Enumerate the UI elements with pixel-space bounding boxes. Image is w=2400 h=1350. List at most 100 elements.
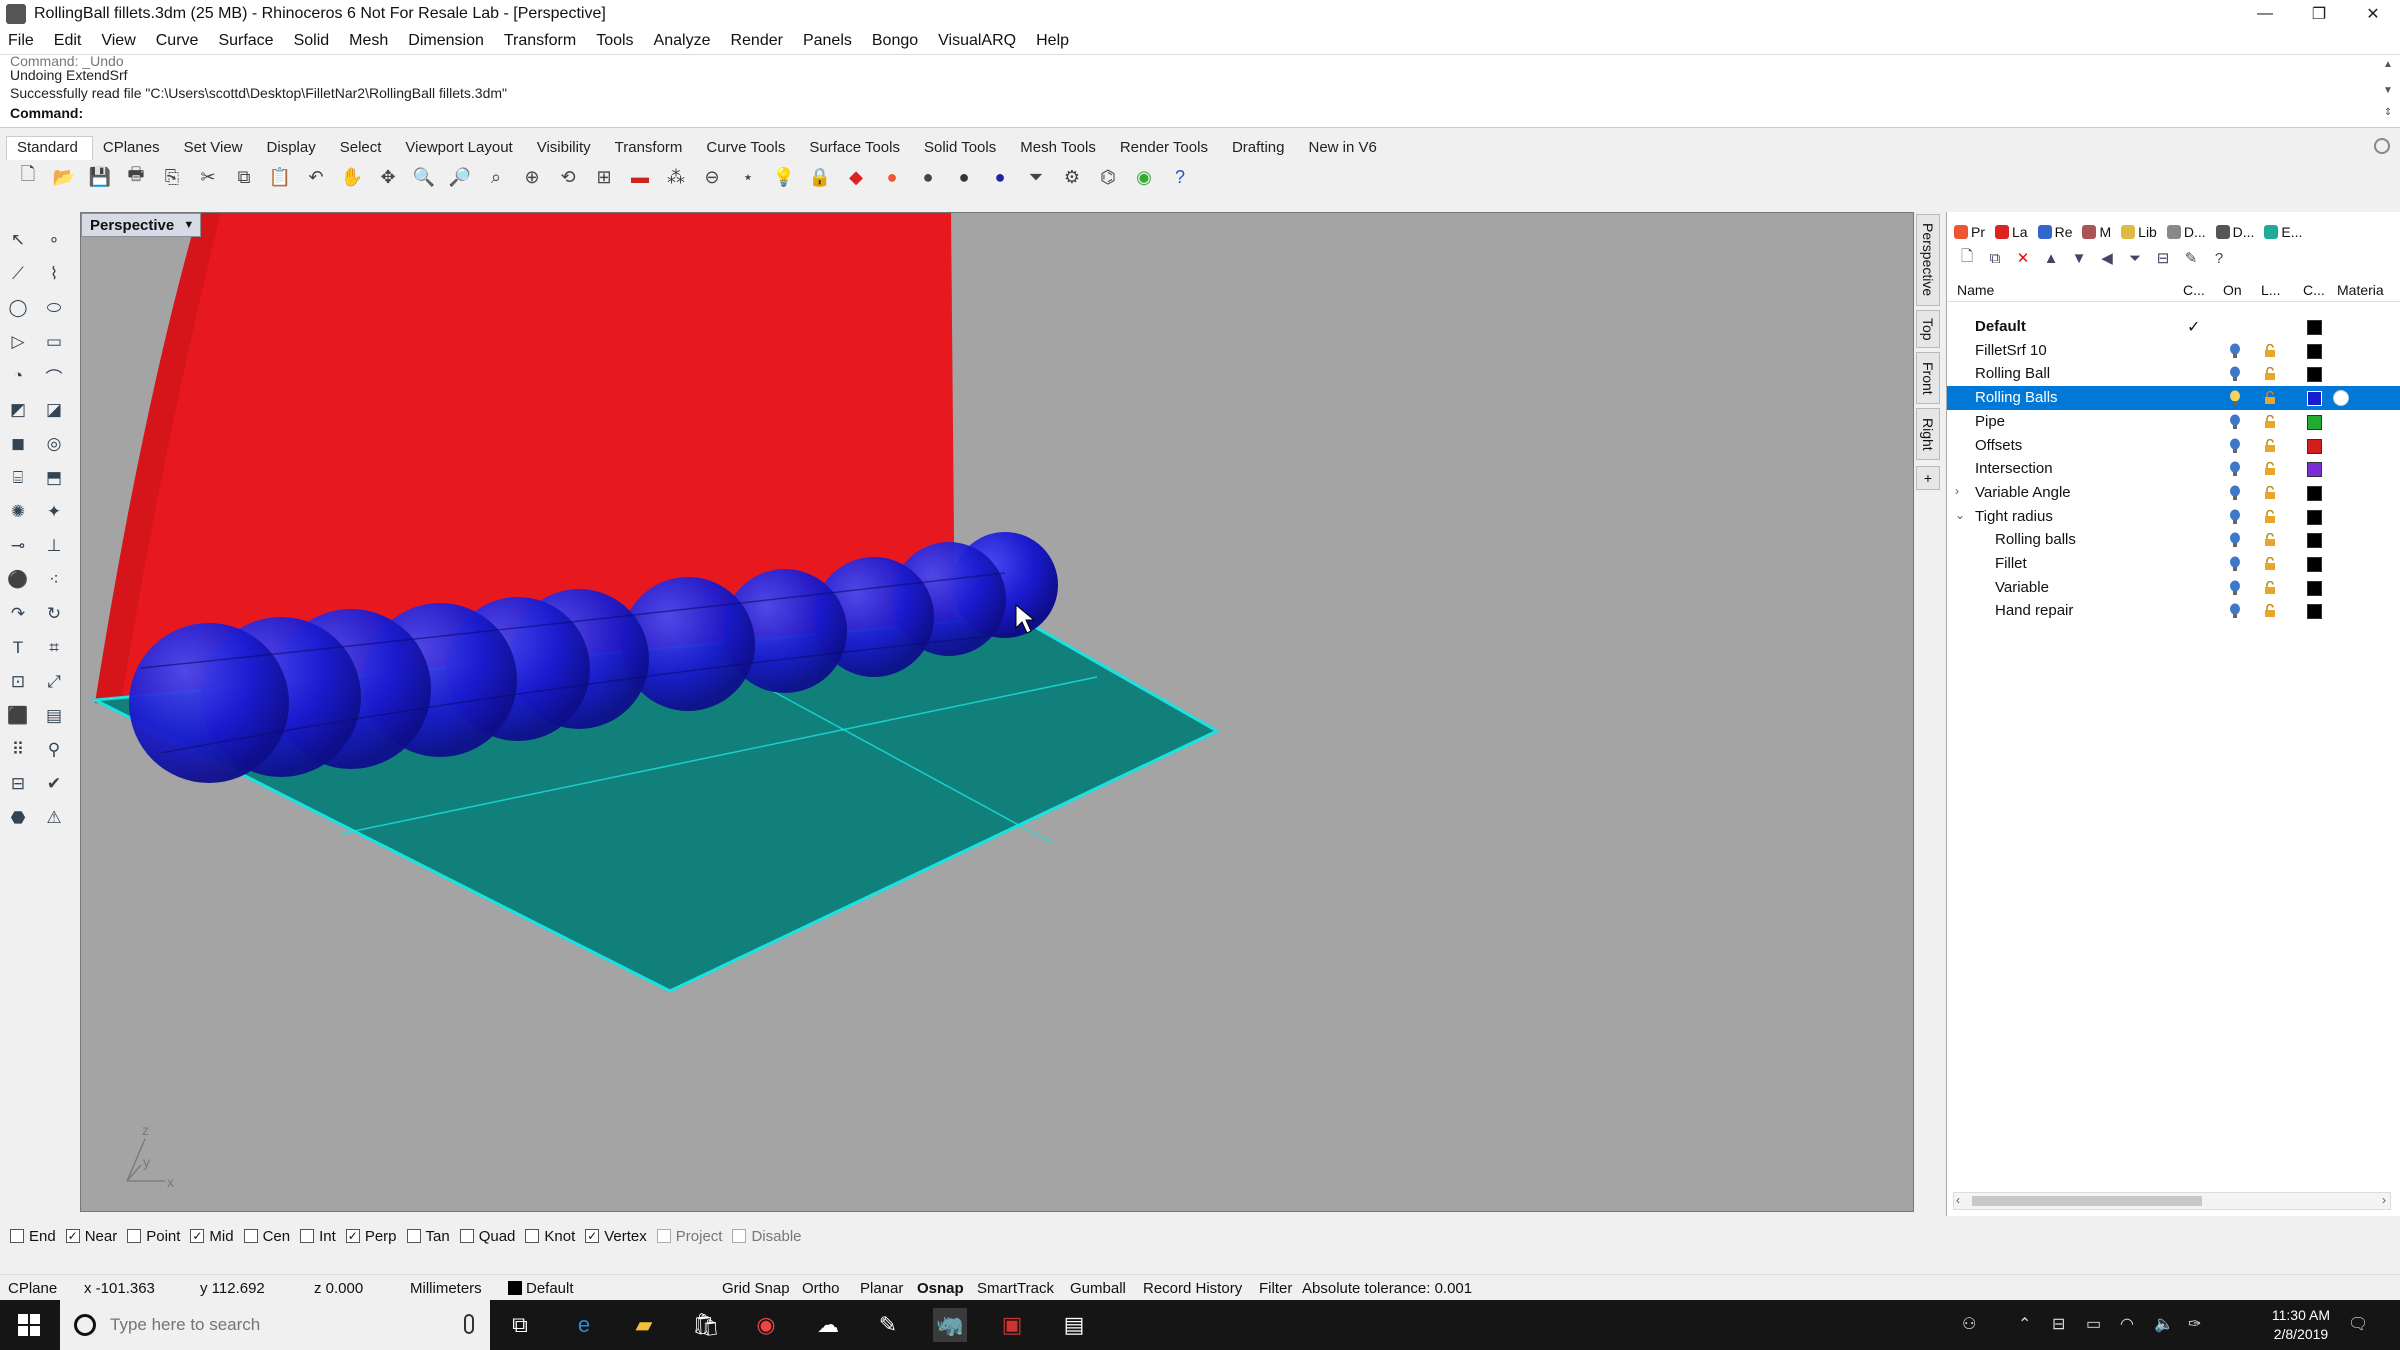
tab-cplanes[interactable]: CPlanes xyxy=(93,139,174,160)
zoom-icon[interactable]: 🔍 xyxy=(410,163,438,191)
layer-color-swatch[interactable] xyxy=(2307,485,2322,501)
rectangle-icon[interactable]: ▭ xyxy=(40,328,68,356)
tab-front[interactable]: Front xyxy=(1916,352,1940,404)
scroll-down-icon[interactable]: ▼ xyxy=(2382,85,2394,96)
new-file-icon[interactable]: 🗋 xyxy=(14,163,42,191)
osnap-checkbox[interactable] xyxy=(459,1229,474,1243)
collapse-chevron-icon[interactable]: ⌄ xyxy=(1955,508,1965,522)
unlocked-padlock-icon[interactable] xyxy=(2263,343,2277,358)
scroll-up-icon[interactable]: ▲ xyxy=(2382,59,2394,70)
osnap-point[interactable]: Point xyxy=(127,1228,180,1245)
light-bulb-icon[interactable] xyxy=(2229,580,2241,596)
move-icon[interactable]: ↷ xyxy=(4,600,32,628)
perspective-viewport[interactable]: z y x Perspective ▼ xyxy=(80,212,1914,1212)
group-icon[interactable]: ⚫ xyxy=(4,566,32,594)
status-layer[interactable]: Default xyxy=(526,1280,574,1297)
arc-icon[interactable]: ◔ xyxy=(4,362,32,390)
move-parent-icon[interactable]: ◀ xyxy=(2097,248,2117,268)
layer-color-swatch[interactable] xyxy=(2307,438,2322,454)
help-icon[interactable]: ? xyxy=(2209,248,2229,268)
layer-color-swatch[interactable] xyxy=(2307,320,2322,335)
tab-transform[interactable]: Transform xyxy=(605,139,697,160)
select-icon[interactable]: ⋆ xyxy=(734,163,762,191)
undo-icon[interactable]: ↶ xyxy=(302,163,330,191)
battery-icon[interactable]: ▭ xyxy=(2086,1314,2101,1334)
osnap-checkbox[interactable] xyxy=(10,1229,24,1243)
status-record-history[interactable]: Record History xyxy=(1143,1280,1242,1297)
unlocked-padlock-icon[interactable] xyxy=(2263,556,2277,571)
status-osnap[interactable]: Osnap xyxy=(917,1280,964,1297)
layer-row[interactable]: Rolling Balls xyxy=(1947,386,2400,411)
tab-top[interactable]: Top xyxy=(1916,310,1940,348)
block-icon[interactable]: ⊡ xyxy=(4,668,32,696)
text-icon[interactable]: T xyxy=(4,634,32,662)
menu-mesh[interactable]: Mesh xyxy=(349,32,388,50)
point-icon[interactable]: ∘ xyxy=(40,226,68,254)
tab-mesh-tools[interactable]: Mesh Tools xyxy=(1010,139,1110,160)
column-material[interactable]: Materia xyxy=(2337,282,2384,298)
layer-color-swatch[interactable] xyxy=(2307,343,2322,359)
osnap-end[interactable]: End xyxy=(10,1228,56,1245)
expand-chevron-icon[interactable]: › xyxy=(1955,484,1959,498)
save-icon[interactable]: 💾 xyxy=(86,163,114,191)
maximize-button[interactable]: ❐ xyxy=(2292,0,2346,28)
rotate-view-icon[interactable]: ✥ xyxy=(374,163,402,191)
status-units[interactable]: Millimeters xyxy=(410,1280,482,1297)
help-icon[interactable]: ? xyxy=(1166,163,1194,191)
app-icon[interactable]: ☁ xyxy=(811,1308,845,1342)
status-smarttrack[interactable]: SmartTrack xyxy=(977,1280,1054,1297)
shaded-sphere-icon[interactable]: ● xyxy=(914,163,942,191)
tray-chevron-icon[interactable]: ⌃ xyxy=(2018,1314,2031,1334)
scale-icon[interactable]: ⤢ xyxy=(40,668,68,696)
polygon-icon[interactable]: ▷ xyxy=(4,328,32,356)
join-icon[interactable]: ⊸ xyxy=(4,532,32,560)
tab-surface-tools[interactable]: Surface Tools xyxy=(799,139,914,160)
osnap-int[interactable]: Int xyxy=(300,1228,336,1245)
osnap-project[interactable]: Project xyxy=(656,1228,722,1245)
tab-libraries[interactable]: Lib xyxy=(2118,220,2160,244)
viewport-title-tab[interactable]: Perspective ▼ xyxy=(81,213,202,237)
layer-row[interactable]: Offsets xyxy=(1947,434,2400,458)
surface-icon[interactable]: ◩ xyxy=(4,396,32,424)
grasshopper-icon[interactable]: ⌬ xyxy=(1094,163,1122,191)
rotate-icon[interactable]: ↻ xyxy=(40,600,68,628)
analyze-icon[interactable]: ⚲ xyxy=(40,736,68,764)
tab-viewport-layout[interactable]: Viewport Layout xyxy=(395,139,526,160)
menu-bongo[interactable]: Bongo xyxy=(872,32,918,50)
osnap-disable[interactable]: Disable xyxy=(732,1228,802,1245)
zoom-window-icon[interactable]: 🔎 xyxy=(446,163,474,191)
status-ortho[interactable]: Ortho xyxy=(802,1280,840,1297)
polyline-icon[interactable]: ⟋ xyxy=(4,260,32,288)
osnap-checkbox[interactable] xyxy=(525,1229,540,1243)
unlocked-padlock-icon[interactable] xyxy=(2263,509,2277,524)
light-bulb-icon[interactable] xyxy=(2229,532,2241,548)
status-gumball[interactable]: Gumball xyxy=(1070,1280,1126,1297)
light-bulb-icon[interactable] xyxy=(2229,438,2241,454)
tab-layers[interactable]: La xyxy=(1992,220,2031,244)
tab-render-tools[interactable]: Render Tools xyxy=(1110,139,1222,160)
chrome-icon[interactable]: ◉ xyxy=(749,1308,783,1342)
layer-row[interactable]: ⌄ Tight radius xyxy=(1947,505,2400,529)
osnap-tan[interactable]: Tan xyxy=(406,1228,450,1245)
menu-visualarq[interactable]: VisualARQ xyxy=(938,32,1016,50)
unlocked-padlock-icon[interactable] xyxy=(2263,367,2277,381)
network-tray-icon[interactable]: ⊟ xyxy=(2052,1314,2065,1334)
tab-standard[interactable]: Standard xyxy=(6,136,93,160)
osnap-checkbox[interactable]: ✓ xyxy=(345,1229,360,1243)
panel-horizontal-scrollbar[interactable]: ‹ › xyxy=(1953,1192,2391,1210)
notifications-icon[interactable]: 🗨 xyxy=(2348,1314,2368,1334)
unlocked-padlock-icon[interactable] xyxy=(2263,390,2277,405)
split-icon[interactable]: ⁖ xyxy=(40,566,68,594)
ellipse-icon[interactable]: ⬭ xyxy=(40,294,68,322)
zoom-selected-icon[interactable]: ⊕ xyxy=(518,163,546,191)
osnap-checkbox[interactable] xyxy=(732,1229,747,1243)
layer-row[interactable]: Intersection xyxy=(1947,457,2400,481)
tab-solid-tools[interactable]: Solid Tools xyxy=(914,139,1010,160)
filter-icon[interactable]: ⏷ xyxy=(1022,163,1050,191)
osnap-checkbox[interactable] xyxy=(656,1229,671,1243)
taskbar-search[interactable] xyxy=(60,1300,490,1350)
toolbar-options-gear-icon[interactable] xyxy=(2374,138,2390,154)
unlocked-padlock-icon[interactable] xyxy=(2263,438,2277,453)
print-icon[interactable]: 🖶 xyxy=(122,163,150,191)
light-bulb-icon[interactable] xyxy=(2229,556,2241,572)
